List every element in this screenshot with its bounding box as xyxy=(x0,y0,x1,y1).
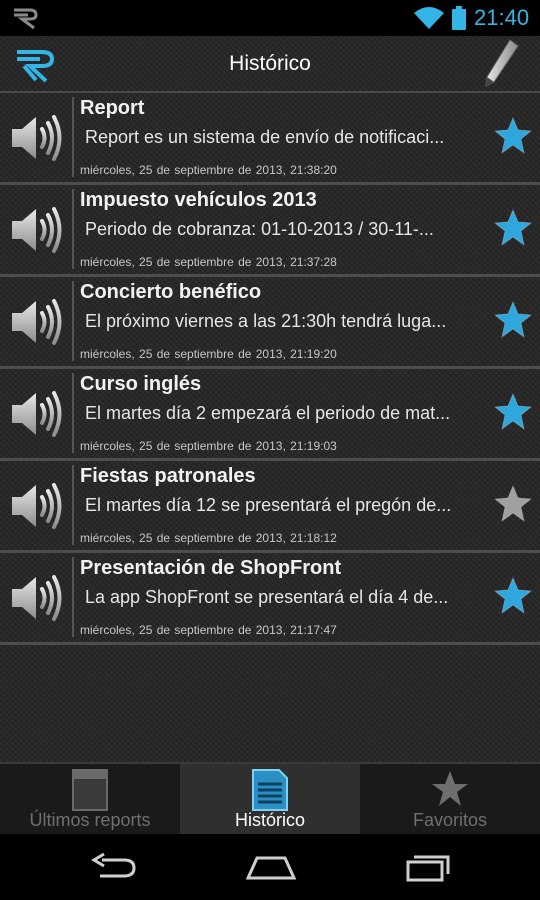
speaker-icon[interactable] xyxy=(10,480,66,532)
star-icon[interactable] xyxy=(494,393,532,431)
item-body: El martes día 2 empezará el periodo de m… xyxy=(85,403,451,423)
document-list-icon xyxy=(252,769,288,811)
item-body: Report es un sistema de envío de notific… xyxy=(85,127,445,147)
tab-historico[interactable]: Histórico xyxy=(180,764,360,834)
star-icon[interactable] xyxy=(494,209,532,247)
newspaper-icon xyxy=(72,769,108,811)
app-notification-icon xyxy=(14,8,38,30)
list-item[interactable]: Presentación de ShopFront La app ShopFro… xyxy=(0,553,540,645)
list-item[interactable]: Concierto benéfico El próximo viernes a … xyxy=(0,277,540,369)
star-icon[interactable] xyxy=(494,577,532,615)
row-divider xyxy=(72,97,74,177)
item-body: El martes día 12 se presentará el pregón… xyxy=(85,495,452,515)
item-date: miércoles, 25 de septiembre de 2013, 21:… xyxy=(80,531,337,545)
item-body: El próximo viernes a las 21:30h tendrá l… xyxy=(85,311,447,331)
status-time: 21:40 xyxy=(474,5,530,30)
row-divider xyxy=(72,189,74,269)
item-title: Presentación de ShopFront xyxy=(80,557,342,579)
battery-icon xyxy=(452,6,466,30)
row-divider xyxy=(72,281,74,361)
list-item[interactable]: Impuesto vehículos 2013 Periodo de cobra… xyxy=(0,185,540,277)
row-divider xyxy=(72,465,74,545)
tab-bar: Últimos reports Histórico Favoritos xyxy=(0,762,540,834)
status-bar: 21:40 xyxy=(0,0,540,36)
recent-apps-icon[interactable] xyxy=(404,852,454,882)
pencil-icon[interactable] xyxy=(482,38,522,90)
row-divider xyxy=(72,373,74,453)
page-title: Histórico xyxy=(229,52,311,75)
list-item[interactable]: Curso inglés El martes día 2 empezará el… xyxy=(0,369,540,461)
tab-ultimos-reports[interactable]: Últimos reports xyxy=(0,764,180,834)
list-item[interactable]: Fiestas patronales El martes día 12 se p… xyxy=(0,461,540,553)
navigation-bar xyxy=(0,834,540,900)
item-title: Concierto benéfico xyxy=(80,281,262,303)
speaker-icon[interactable] xyxy=(10,296,66,348)
row-divider xyxy=(72,557,74,637)
tab-favoritos[interactable]: Favoritos xyxy=(360,764,540,834)
item-body: Periodo de cobranza: 01-10-2013 / 30-11-… xyxy=(85,219,434,239)
history-list: Report Report es un sistema de envío de … xyxy=(0,93,540,645)
item-title: Fiestas patronales xyxy=(80,465,256,487)
item-date: miércoles, 25 de septiembre de 2013, 21:… xyxy=(80,623,337,637)
wifi-icon xyxy=(414,7,444,29)
item-title: Report xyxy=(80,97,145,119)
item-body: La app ShopFront se presentará el día 4 … xyxy=(85,587,449,607)
item-date: miércoles, 25 de septiembre de 2013, 21:… xyxy=(80,439,337,453)
tab-label: Histórico xyxy=(234,810,305,830)
item-date: miércoles, 25 de septiembre de 2013, 21:… xyxy=(80,163,337,177)
star-icon[interactable] xyxy=(494,117,532,155)
list-item[interactable]: Report Report es un sistema de envío de … xyxy=(0,93,540,185)
speaker-icon[interactable] xyxy=(10,112,66,164)
item-date: miércoles, 25 de septiembre de 2013, 21:… xyxy=(80,347,337,361)
item-date: miércoles, 25 de septiembre de 2013, 21:… xyxy=(80,255,337,269)
item-title: Curso inglés xyxy=(80,373,202,395)
speaker-icon[interactable] xyxy=(10,572,66,624)
home-icon[interactable] xyxy=(244,852,298,882)
tab-label: Favoritos xyxy=(412,810,488,830)
back-icon[interactable] xyxy=(88,852,138,882)
star-icon[interactable] xyxy=(494,301,532,339)
item-title: Impuesto vehículos 2013 xyxy=(80,189,317,211)
star-icon[interactable] xyxy=(494,485,532,523)
tab-label: Últimos reports xyxy=(29,810,151,830)
star-icon xyxy=(432,771,468,806)
action-bar: Histórico xyxy=(0,36,540,92)
speaker-icon[interactable] xyxy=(10,204,66,256)
speaker-icon[interactable] xyxy=(10,388,66,440)
